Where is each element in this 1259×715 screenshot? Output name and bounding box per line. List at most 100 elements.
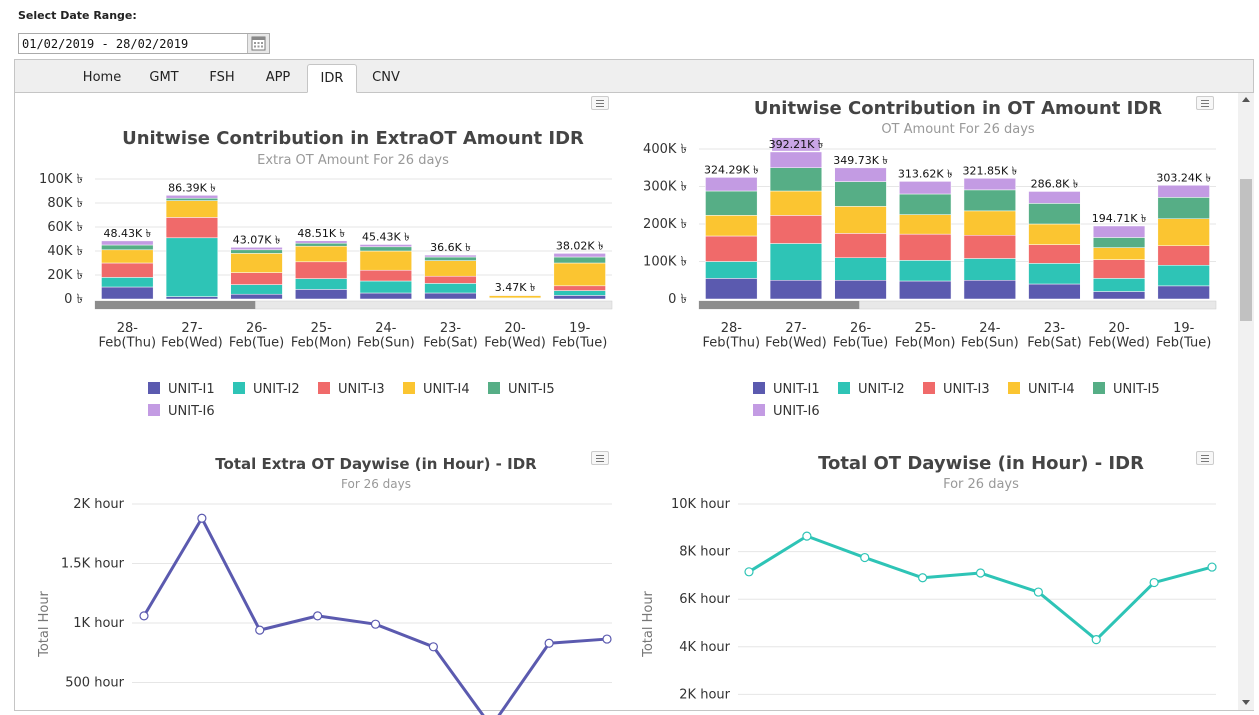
bar-segment-unit-i4: [424, 260, 477, 277]
legend-swatch: [488, 382, 500, 394]
bar-total-label: 349.73K ৳: [833, 154, 888, 167]
bar-segment-unit-i6: [295, 240, 348, 244]
x-category-label: 28-: [117, 321, 139, 336]
legend-label: UNIT-I6: [773, 404, 820, 419]
bar-segment-unit-i5: [899, 193, 952, 215]
y-tick-label: 300K ৳: [643, 180, 687, 195]
chart-title: Unitwise Contribution in OT Amount IDR: [754, 98, 1162, 119]
chart-menu-icon-3[interactable]: [591, 451, 609, 465]
bar-segment-unit-i2: [295, 278, 348, 290]
x-category-label: Feb(Mon): [895, 336, 956, 351]
bar-total-label: 3.47K ৳: [495, 281, 536, 294]
page-scrollbar[interactable]: [1238, 93, 1254, 710]
x-category-label: Feb(Sun): [961, 336, 1019, 351]
x-category-label: 26-: [850, 321, 872, 336]
x-category-label: 26-: [246, 321, 268, 336]
bar-total-label: 303.24K ৳: [1156, 171, 1211, 184]
y-axis-title: Total Hour: [641, 590, 656, 657]
bar-segment-unit-i4: [165, 200, 219, 218]
legend-swatch: [753, 382, 765, 394]
bar-segment-unit-i5: [769, 167, 823, 192]
bar-total-label: 324.29K ৳: [704, 163, 759, 176]
extra-ot-amount-chart: Unitwise Contribution in ExtraOT Amount …: [37, 98, 1217, 715]
bar-segment-unit-i3: [899, 233, 952, 261]
scroll-thumb[interactable]: [1240, 179, 1252, 321]
bar-total-label: 48.43K ৳: [103, 227, 151, 240]
legend-label: UNIT-I5: [508, 382, 555, 397]
bar-segment-unit-i2: [1157, 265, 1210, 287]
x-category-label: Feb(Tue): [229, 336, 284, 351]
bar-segment-unit-i2: [899, 260, 952, 282]
x-category-label: 23-: [1044, 321, 1066, 336]
x-category-label: Feb(Thu): [99, 336, 157, 351]
x-category-label: 23-: [440, 321, 462, 336]
chart-subtitle: OT Amount For 26 days: [881, 122, 1035, 137]
bar-segment-unit-i6: [230, 247, 283, 251]
y-tick-label: 2K hour: [73, 497, 124, 512]
y-tick-label: 500 hour: [65, 676, 124, 691]
bar-segment-unit-i1: [553, 295, 606, 300]
bar-segment-unit-i3: [1028, 244, 1081, 264]
legend-swatch: [1008, 382, 1020, 394]
x-category-label: 27-: [785, 321, 807, 336]
data-point: [139, 611, 149, 621]
x-category-label: Feb(Wed): [1088, 336, 1150, 351]
y-tick-label: 2K hour: [679, 687, 730, 702]
bar-segment-unit-i1: [899, 280, 952, 300]
x-category-label: Feb(Wed): [484, 336, 546, 351]
legend-swatch: [233, 382, 245, 394]
bar-total-label: 321.85K ৳: [962, 164, 1017, 177]
x-category-label: 25-: [915, 321, 937, 336]
bar-segment-unit-i6: [553, 253, 606, 258]
bar-segment-unit-i1: [295, 289, 348, 300]
chart-scrollbar-thumb: [699, 301, 860, 309]
bar-segment-unit-i6: [834, 167, 887, 182]
bar-segment-unit-i3: [424, 275, 477, 284]
data-point: [602, 634, 612, 644]
x-category-label: Feb(Sun): [357, 336, 415, 351]
bar-total-label: 392.21K ৳: [769, 138, 824, 151]
legend-label: UNIT-I1: [168, 382, 215, 397]
bar-segment-unit-i3: [834, 233, 887, 258]
bar-segment-unit-i3: [1157, 245, 1210, 266]
bar-total-label: 86.39K ৳: [168, 181, 216, 194]
data-point: [860, 552, 870, 563]
x-category-label: 20-: [504, 321, 526, 336]
bar-segment-unit-i6: [165, 195, 219, 199]
y-tick-label: 20K ৳: [47, 268, 83, 283]
bar-segment-unit-i2: [834, 257, 887, 281]
bar-segment-unit-i4: [899, 214, 952, 235]
y-tick-label: 100K ৳: [643, 255, 687, 270]
scroll-down-icon[interactable]: [1242, 700, 1250, 705]
y-tick-label: 0 ৳: [668, 292, 687, 307]
bar-segment-unit-i5: [553, 256, 606, 264]
bar-segment-unit-i4: [295, 245, 348, 263]
bar-segment-unit-i5: [230, 249, 283, 254]
bar-segment-unit-i2: [553, 290, 606, 296]
bar-segment-unit-i3: [1092, 259, 1146, 279]
data-point: [428, 642, 438, 652]
bar-segment-unit-i1: [1028, 283, 1081, 300]
y-tick-label: 1.5K hour: [61, 557, 125, 572]
x-category-label: Feb(Thu): [703, 336, 761, 351]
bar-segment-unit-i6: [899, 181, 952, 195]
chart-subtitle: Extra OT Amount For 26 days: [257, 153, 449, 168]
chart-scrollbar-thumb: [95, 301, 256, 309]
bar-segment-unit-i2: [424, 283, 477, 294]
bar-total-label: 45.43K ৳: [362, 230, 410, 243]
chart-menu-icon-4[interactable]: [1196, 451, 1214, 465]
chart-menu-icon-1[interactable]: [591, 96, 609, 110]
bar-segment-unit-i4: [769, 190, 823, 216]
x-category-label: Feb(Sat): [1027, 336, 1081, 351]
legend-swatch: [753, 404, 765, 416]
bar-segment-unit-i4: [1028, 223, 1081, 245]
legend-swatch: [318, 382, 330, 394]
x-category-label: 27-: [181, 321, 203, 336]
bar-segment-unit-i5: [1092, 237, 1146, 248]
bar-segment-unit-i4: [101, 249, 154, 264]
chart-menu-icon-2[interactable]: [1196, 96, 1214, 110]
scroll-up-icon[interactable]: [1242, 97, 1250, 102]
bar-segment-unit-i6: [424, 254, 477, 258]
data-point: [744, 567, 754, 577]
bar-segment-unit-i3: [230, 272, 283, 285]
